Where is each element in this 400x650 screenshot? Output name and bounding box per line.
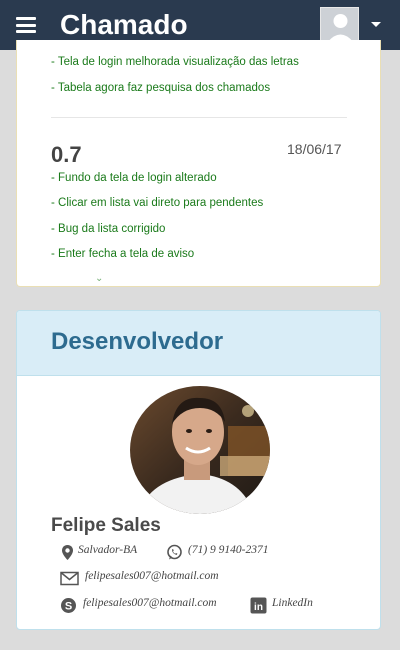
changelog-item: - Tela de login melhorada visualização d… xyxy=(51,56,299,68)
envelope-icon xyxy=(60,571,79,586)
version-date: 18/06/17 xyxy=(287,141,342,157)
developer-email[interactable]: felipesales007@hotmail.com xyxy=(85,570,219,582)
changelog-item: - Clicar em lista vai direto para penden… xyxy=(51,197,264,209)
developer-photo xyxy=(130,386,270,514)
version-number: 0.7 xyxy=(51,142,82,167)
user-avatar-icon[interactable] xyxy=(320,7,359,43)
changelog-item: - Tabela agora faz pesquisa dos chamados xyxy=(51,82,271,94)
svg-text:S: S xyxy=(65,601,72,613)
changelog-item: - Fundo da tela de login alterado xyxy=(51,172,217,184)
caret-down-icon[interactable] xyxy=(371,22,381,27)
svg-text:in: in xyxy=(254,602,263,613)
location-pin-icon xyxy=(62,545,73,560)
divider xyxy=(51,117,347,118)
developer-card: Desenvolvedor Felipe Sales Salvador-BA (… xyxy=(16,310,381,630)
developer-card-header: Desenvolvedor xyxy=(17,311,380,376)
app-title[interactable]: Chamado xyxy=(60,6,188,44)
linkedin-icon: in xyxy=(250,597,267,614)
changelog-item: - Bug da lista corrigido xyxy=(51,223,166,235)
scroll-fade-mark: ⌄ xyxy=(95,273,104,284)
changelog-card: - Tela de login melhorada visualização d… xyxy=(16,40,381,287)
developer-name: Felipe Sales xyxy=(51,515,161,536)
developer-linkedin[interactable]: LinkedIn xyxy=(272,597,313,609)
skype-icon: S xyxy=(61,598,76,613)
developer-skype[interactable]: felipesales007@hotmail.com xyxy=(83,597,217,609)
hamburger-menu-icon[interactable] xyxy=(16,17,36,33)
developer-location: Salvador-BA xyxy=(78,544,138,556)
whatsapp-icon xyxy=(167,544,182,560)
developer-phone: (71) 9 9140-2371 xyxy=(188,544,269,556)
developer-heading: Desenvolvedor xyxy=(51,328,224,355)
changelog-item: - Enter fecha a tela de aviso xyxy=(51,248,195,260)
